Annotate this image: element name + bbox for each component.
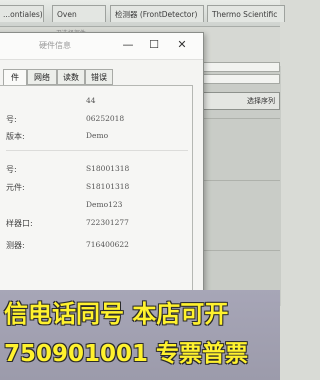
background-tabbar: ...ontiales) Oven 检测器 (FrontDetector) Th… bbox=[0, 0, 285, 27]
tab-parts[interactable]: 件 bbox=[3, 69, 27, 86]
info-value-3: Demo bbox=[86, 131, 109, 140]
background-field-2[interactable] bbox=[203, 74, 280, 84]
info-label-3: 版本: bbox=[6, 132, 25, 141]
promo-line-2: 750901001 专票普票 bbox=[4, 341, 249, 367]
info-label-7: 样器口: bbox=[6, 219, 33, 228]
background-tab-detector[interactable]: 检测器 (FrontDetector) bbox=[110, 5, 204, 22]
maximize-button[interactable]: ☐ bbox=[145, 37, 163, 53]
background-divider-2 bbox=[200, 180, 280, 181]
tab-readings[interactable]: 读数 bbox=[57, 69, 85, 85]
info-value-2: 06252018 bbox=[86, 114, 125, 123]
background-tab-thermo[interactable]: Thermo Scientific bbox=[207, 5, 285, 22]
background-tab-1[interactable]: ...ontiales) bbox=[0, 5, 44, 22]
info-value-6: Demo123 bbox=[86, 200, 123, 209]
close-button[interactable]: ✕ bbox=[173, 37, 191, 53]
info-label-2: 号: bbox=[6, 115, 17, 124]
select-sequence-button[interactable]: 选择序列 bbox=[203, 92, 280, 110]
info-label-5: 元件: bbox=[6, 183, 25, 192]
background-tab-oven[interactable]: Oven bbox=[52, 5, 106, 22]
info-value-4: S18001318 bbox=[86, 164, 130, 173]
info-label-8: 测器: bbox=[6, 241, 25, 250]
dialog-title: 硬件信息 bbox=[39, 41, 71, 50]
background-field-1[interactable] bbox=[203, 62, 280, 72]
tab-network[interactable]: 网络 bbox=[27, 69, 57, 85]
promo-banner: 信电话同号 本店可开 750901001 专票普票 bbox=[0, 290, 280, 380]
minimize-button[interactable]: — bbox=[119, 37, 137, 53]
background-divider-1 bbox=[200, 118, 280, 119]
info-separator bbox=[6, 150, 188, 151]
info-value-8: 716400622 bbox=[86, 240, 129, 249]
info-value-5: S18101318 bbox=[86, 182, 130, 191]
info-label-4: 号: bbox=[6, 165, 17, 174]
tab-errors[interactable]: 错误 bbox=[85, 69, 113, 85]
background-divider-3 bbox=[200, 250, 280, 251]
dialog-titlebar[interactable]: 硬件信息 — ☐ ✕ bbox=[0, 33, 203, 60]
dialog-tabs: 件 网络 读数 错误 bbox=[0, 69, 195, 86]
promo-line-1: 信电话同号 本店可开 bbox=[4, 300, 229, 328]
info-value-7: 722301277 bbox=[86, 218, 129, 227]
info-value-1: 44 bbox=[86, 96, 96, 105]
